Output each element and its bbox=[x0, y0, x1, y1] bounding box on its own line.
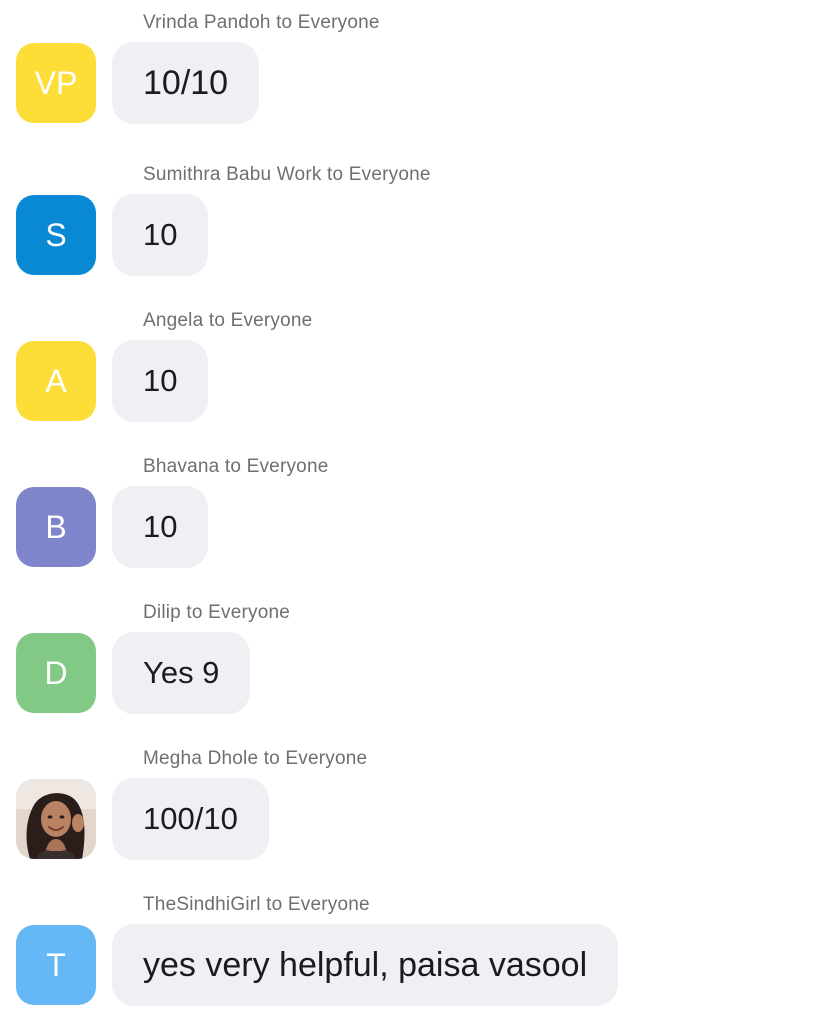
profile-photo-icon bbox=[16, 779, 96, 859]
message-bubble[interactable]: 10 bbox=[112, 340, 209, 422]
avatar[interactable]: A bbox=[16, 341, 96, 421]
chat-message: Vrinda Pandoh to Everyone VP 10/10 bbox=[0, 0, 828, 146]
message-bubble[interactable]: 10 bbox=[112, 194, 209, 276]
message-sender: Vrinda Pandoh to Everyone bbox=[143, 12, 380, 33]
avatar[interactable]: T bbox=[16, 925, 96, 1005]
message-sender: Angela to Everyone bbox=[143, 310, 313, 331]
chat-message: Dilip to Everyone D Yes 9 bbox=[0, 590, 828, 736]
chat-message-list[interactable]: Vrinda Pandoh to Everyone VP 10/10 Sumit… bbox=[0, 0, 828, 1016]
message-sender: Dilip to Everyone bbox=[143, 602, 291, 623]
avatar[interactable]: B bbox=[16, 487, 96, 567]
message-bubble[interactable]: 10 bbox=[112, 486, 209, 568]
message-bubble[interactable]: Yes 9 bbox=[112, 632, 251, 714]
chat-message: Angela to Everyone A 10 bbox=[0, 298, 828, 444]
chat-message: TheSindhiGirl to Everyone T yes very hel… bbox=[0, 882, 828, 1016]
message-sender: Megha Dhole to Everyone bbox=[143, 748, 368, 769]
chat-message: Sumithra Babu Work to Everyone S 10 bbox=[0, 152, 828, 298]
chat-message: Megha Dhole to Everyone 100/10 bbox=[0, 736, 828, 882]
message-bubble[interactable]: yes very helpful, paisa vasool bbox=[112, 924, 619, 1006]
chat-message: Bhavana to Everyone B 10 bbox=[0, 444, 828, 590]
message-sender: Bhavana to Everyone bbox=[143, 456, 329, 477]
avatar[interactable]: VP bbox=[16, 43, 96, 123]
avatar[interactable]: D bbox=[16, 633, 96, 713]
message-sender: Sumithra Babu Work to Everyone bbox=[143, 164, 431, 185]
avatar[interactable] bbox=[16, 779, 96, 859]
message-sender: TheSindhiGirl to Everyone bbox=[143, 894, 370, 915]
message-bubble[interactable]: 100/10 bbox=[112, 778, 269, 860]
avatar[interactable]: S bbox=[16, 195, 96, 275]
message-bubble[interactable]: 10/10 bbox=[112, 42, 260, 124]
